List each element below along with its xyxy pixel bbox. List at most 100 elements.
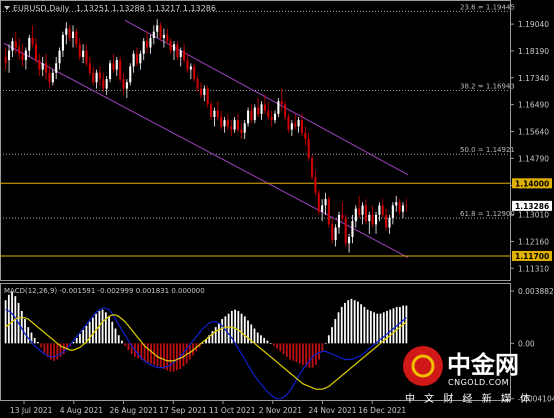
candle-body[interactable]: [210, 104, 213, 117]
candle-body[interactable]: [48, 72, 51, 83]
candle-body[interactable]: [300, 120, 303, 133]
candle-body[interactable]: [243, 123, 246, 133]
candle-body[interactable]: [82, 50, 85, 57]
candle-body[interactable]: [146, 41, 149, 48]
candle-body[interactable]: [122, 79, 125, 89]
candle-body[interactable]: [364, 205, 367, 222]
candle-body[interactable]: [395, 202, 398, 206]
candle-body[interactable]: [327, 199, 330, 225]
candle-body[interactable]: [267, 110, 270, 117]
candle-body[interactable]: [226, 120, 229, 127]
candle-body[interactable]: [398, 202, 401, 212]
candle-body[interactable]: [176, 44, 179, 57]
candle-body[interactable]: [135, 53, 139, 64]
candle-body[interactable]: [41, 63, 44, 70]
candle-body[interactable]: [34, 44, 38, 61]
candle-body[interactable]: [270, 116, 273, 121]
candle-body[interactable]: [21, 53, 24, 61]
candle-body[interactable]: [68, 28, 71, 39]
candle-body[interactable]: [273, 113, 277, 121]
candle-body[interactable]: [139, 53, 142, 64]
candle-body[interactable]: [337, 214, 341, 228]
candle-body[interactable]: [58, 50, 61, 64]
candle-body[interactable]: [236, 120, 240, 130]
candle-body[interactable]: [166, 34, 169, 42]
candle-body[interactable]: [280, 101, 283, 105]
candle-body[interactable]: [102, 79, 105, 89]
candle-body[interactable]: [51, 72, 54, 83]
candle-body[interactable]: [294, 123, 297, 127]
candle-body[interactable]: [307, 139, 310, 159]
candle-body[interactable]: [162, 34, 165, 39]
candle-body[interactable]: [240, 129, 243, 133]
candle-body[interactable]: [98, 72, 101, 80]
candle-body[interactable]: [368, 214, 371, 222]
candle-body[interactable]: [230, 126, 233, 130]
candle-body[interactable]: [381, 205, 384, 215]
candle-body[interactable]: [358, 208, 361, 215]
candle-body[interactable]: [45, 63, 48, 73]
candle-body[interactable]: [247, 110, 250, 124]
candle-body[interactable]: [250, 110, 253, 121]
candle-body[interactable]: [115, 60, 118, 70]
candle-body[interactable]: [8, 50, 11, 61]
candle-body[interactable]: [361, 205, 364, 215]
candle-body[interactable]: [344, 218, 347, 244]
candle-body[interactable]: [277, 101, 280, 114]
candle-body[interactable]: [169, 41, 172, 51]
candle-body[interactable]: [351, 221, 354, 237]
candle-body[interactable]: [253, 107, 256, 121]
candle-body[interactable]: [290, 123, 293, 130]
candle-body[interactable]: [95, 72, 98, 83]
candle-body[interactable]: [105, 79, 108, 89]
candle-body[interactable]: [119, 60, 122, 80]
candle-body[interactable]: [85, 50, 88, 64]
candle-body[interactable]: [14, 41, 17, 48]
candle-body[interactable]: [374, 214, 378, 225]
candle-body[interactable]: [321, 205, 324, 212]
candle-body[interactable]: [71, 31, 75, 39]
candle-body[interactable]: [216, 110, 219, 117]
candle-body[interactable]: [142, 41, 145, 54]
candle-body[interactable]: [75, 31, 78, 45]
candle-body[interactable]: [38, 60, 41, 70]
candle-body[interactable]: [317, 192, 320, 212]
candle-body[interactable]: [88, 63, 91, 73]
candle-body[interactable]: [183, 50, 186, 61]
chart-window[interactable]: 23.6 = 1.19445 38.2 = 1.16943 50.0 = 1.149…: [0, 0, 554, 418]
candle-body[interactable]: [18, 47, 21, 54]
candle-body[interactable]: [92, 72, 95, 83]
candle-body[interactable]: [284, 104, 287, 117]
candle-body[interactable]: [378, 205, 381, 215]
candle-body[interactable]: [220, 116, 223, 127]
candle-body[interactable]: [263, 104, 266, 111]
candle-body[interactable]: [371, 214, 374, 225]
candle-body[interactable]: [65, 28, 68, 35]
candle-body[interactable]: [199, 88, 202, 95]
candle-body[interactable]: [341, 214, 344, 219]
candle-body[interactable]: [385, 214, 388, 228]
candle-body[interactable]: [311, 158, 314, 177]
candle-body[interactable]: [287, 116, 290, 130]
candle-body[interactable]: [152, 31, 155, 39]
candle-body[interactable]: [149, 38, 152, 48]
candle-body[interactable]: [78, 44, 81, 57]
candle-body[interactable]: [348, 236, 351, 244]
candle-body[interactable]: [193, 66, 196, 80]
candle-body[interactable]: [297, 120, 300, 127]
candle-body[interactable]: [331, 224, 334, 241]
candle-body[interactable]: [125, 82, 128, 89]
candle-body[interactable]: [233, 120, 236, 130]
candle-body[interactable]: [391, 205, 394, 219]
candle-body[interactable]: [354, 208, 357, 222]
candle-body[interactable]: [132, 53, 135, 67]
candle-body[interactable]: [196, 79, 199, 89]
candle-body[interactable]: [260, 104, 263, 114]
candle-body[interactable]: [61, 34, 64, 51]
candle-body[interactable]: [186, 60, 189, 70]
candle-body[interactable]: [172, 44, 176, 51]
candle-body[interactable]: [324, 199, 327, 206]
candle-body[interactable]: [24, 50, 27, 61]
candle-body[interactable]: [304, 132, 307, 140]
candle-body[interactable]: [156, 25, 159, 32]
